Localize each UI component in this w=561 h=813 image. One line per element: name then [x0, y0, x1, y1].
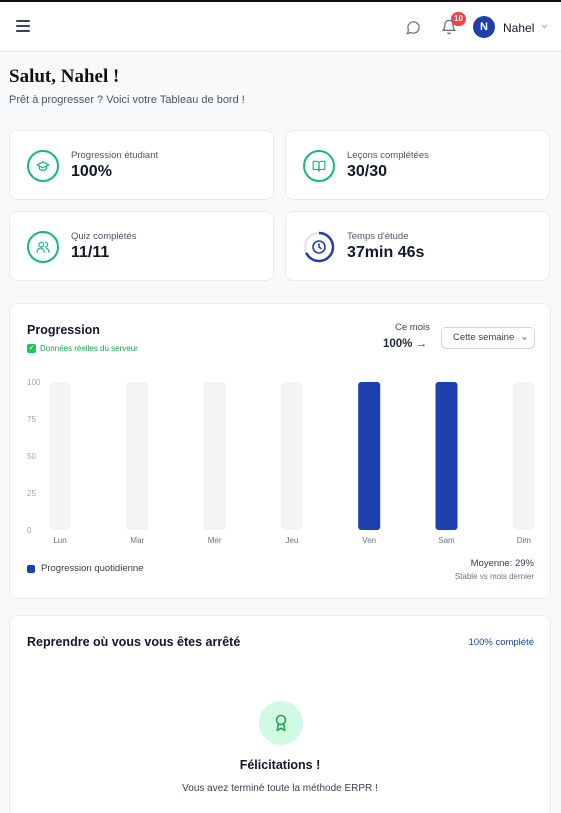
live-data-badge: ✓ Données réelles du serveur [27, 344, 138, 353]
award-icon [259, 701, 303, 745]
notification-badge: 10 [451, 12, 466, 26]
page-subtitle: Prêt à progresser ? Voici votre Tableau … [9, 94, 245, 106]
period-select-value: Cette semaine [453, 332, 515, 343]
stat-label: Quiz complétés [71, 231, 137, 242]
stat-label: Temps d'étude [347, 231, 409, 242]
chat-bubble-icon[interactable] [406, 20, 421, 35]
progression-chart: 100 75 50 25 0 Lun Mar Mer Jeu Ven Sam Dim [27, 378, 535, 545]
x-tick-label: Mar [130, 536, 144, 545]
bar-track [49, 382, 71, 530]
x-tick-label: Ven [362, 536, 376, 545]
stat-label: Leçons complétées [347, 150, 429, 161]
bar-track [512, 382, 535, 530]
y-tick-label: 50 [27, 452, 36, 461]
legend-swatch [27, 564, 35, 573]
live-data-label: Données réelles du serveur [40, 344, 138, 353]
graduation-cap-icon [27, 150, 59, 182]
congrats-title: Félicitations ! [239, 758, 321, 772]
x-tick-label: Dim [517, 536, 532, 545]
stat-value: 37min 46s [347, 244, 425, 261]
month-label: Ce mois [395, 322, 430, 333]
y-tick-label: 100 [27, 378, 41, 387]
page-title: Salut, Nahel ! [9, 66, 120, 87]
x-tick-label: Sam [438, 536, 455, 545]
chart-legend: Progression quotidienne [27, 563, 143, 574]
top-bar: 10 N Nahel [0, 0, 561, 52]
stat-card-lessons: Leçons complétées 30/30 [285, 130, 550, 200]
user-name[interactable]: Nahel [503, 21, 534, 35]
y-tick-label: 75 [27, 415, 36, 424]
chevron-down-icon [522, 337, 527, 340]
legend-label: Progression quotidienne [41, 563, 144, 574]
bar[interactable] [435, 382, 458, 530]
book-icon [303, 150, 335, 182]
bar[interactable] [358, 382, 381, 530]
progression-panel: Progression ✓ Données réelles du serveur… [9, 303, 551, 599]
stat-card-study-time: Temps d'étude 37min 46s [285, 211, 550, 281]
stat-value: 11/11 [71, 244, 110, 261]
congrats-text: Vous avez terminé toute la méthode ERPR … [182, 783, 378, 794]
resume-panel: Reprendre où vous vous êtes arrêté 100% … [9, 615, 551, 813]
completion-link[interactable]: 100% complété [469, 637, 534, 648]
resume-title: Reprendre où vous vous êtes arrêté [27, 635, 241, 649]
stat-label: Progression étudiant [71, 150, 159, 161]
y-tick-label: 0 [27, 526, 32, 535]
avatar[interactable]: N [473, 16, 495, 38]
stat-value: 100% [71, 163, 112, 180]
check-icon: ✓ [27, 344, 36, 353]
progression-title: Progression [27, 323, 100, 337]
stat-card-quiz: Quiz complétés 11/11 [9, 211, 274, 281]
average-comparison: Stable vs mois dernier [454, 572, 534, 581]
average-value: Moyenne: 29% [470, 558, 534, 569]
period-select[interactable]: Cette semaine [441, 327, 535, 349]
stat-value: 30/30 [347, 163, 388, 180]
bar-track [280, 382, 303, 530]
bar-track [126, 382, 149, 530]
x-tick-label: Lun [53, 536, 66, 545]
clock-icon [303, 231, 335, 263]
stat-card-progression: Progression étudiant 100% [9, 130, 274, 200]
chevron-down-icon[interactable] [540, 22, 549, 31]
x-tick-label: Mer [208, 536, 222, 545]
users-icon [27, 231, 59, 263]
y-tick-label: 25 [27, 489, 36, 498]
bar-track [203, 382, 226, 530]
hamburger-icon[interactable] [16, 20, 30, 32]
x-tick-label: Jeu [285, 536, 298, 545]
month-value: 100% → [383, 338, 428, 350]
